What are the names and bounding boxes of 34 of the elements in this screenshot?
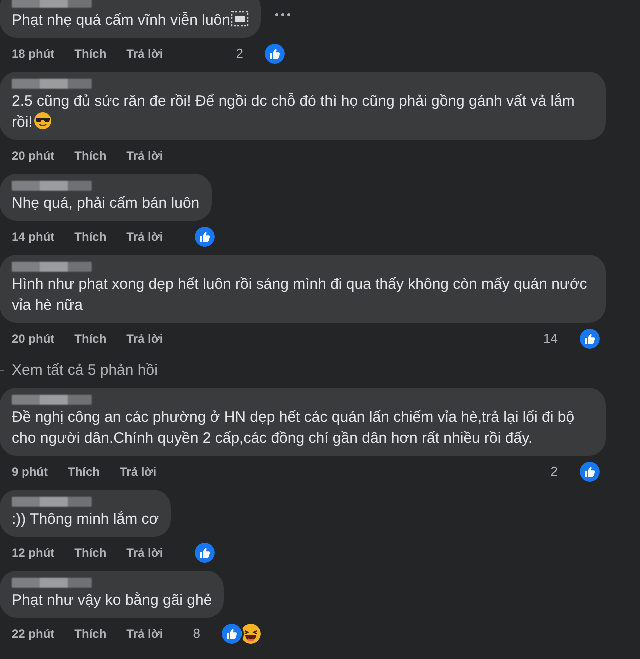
reaction-count: 8 [193,626,200,641]
like-link[interactable]: Thích [74,230,107,244]
view-replies-link[interactable]: Xem tất cả 5 phản hồi [12,362,158,378]
reaction-count: 14 [544,331,558,346]
reply-link[interactable]: Trả lời [126,230,164,244]
comment-time: 20 phút [12,148,55,162]
reply-link[interactable]: Trả lời [126,46,164,60]
comment-text: Phạt nhẹ quá cấm vĩnh viễn luôn [12,10,250,31]
comment-time: 9 phút [12,464,48,478]
comment-time: 18 phút [12,46,55,60]
more-options-icon[interactable] [275,12,292,18]
like-link[interactable]: Thích [74,332,107,346]
reply-link[interactable]: Trả lời [120,464,157,478]
like-link[interactable]: Thích [74,546,107,560]
comment-time: 20 phút [12,332,55,346]
reaction-count: 2 [550,464,558,479]
comment-text: Đề nghị công an các phường ở HN dẹp hết các quán lấn chiếm vỉa hè,trả lại lối đi bộ cho người dân.Chính quyền 2 cấp,các đồng chí gần dân hơn rất nhiều rồi đấy. [12,408,576,449]
reply-link[interactable]: Trả lời [126,546,164,560]
comment-text: Hình như phạt xong dẹp hết luôn rồi sáng mình đi qua thấy không còn mấy quán nước vỉa hè nữa [12,275,588,316]
reply-link[interactable]: Trả lời [126,626,164,640]
like-link[interactable]: Thích [74,46,107,60]
like-link[interactable]: Thích [68,464,100,478]
comment-time: 14 phút [12,230,55,244]
reply-link[interactable]: Trả lời [126,148,164,162]
comment-text: Nhẹ quá, phải cấm bán luôn [12,194,200,214]
like-link[interactable]: Thích [74,626,107,640]
comment-time: 22 phút [12,626,55,640]
reaction-count: 2 [236,46,244,61]
comment-time: 12 phút [12,546,55,560]
reply-link[interactable]: Trả lời [126,332,164,346]
comment-text: :)) Thông minh lắm cơ [12,510,160,530]
comment-text: 2.5 cũng đủ sức răn đe rồi! Để ngồi dc chỗ đó thì họ cũng phải gồng gánh vất vả lắm rồi! [12,92,576,133]
comment-text: Phạt như vậy ko bằng gãi ghẻ [12,591,212,611]
like-link[interactable]: Thích [74,148,107,162]
